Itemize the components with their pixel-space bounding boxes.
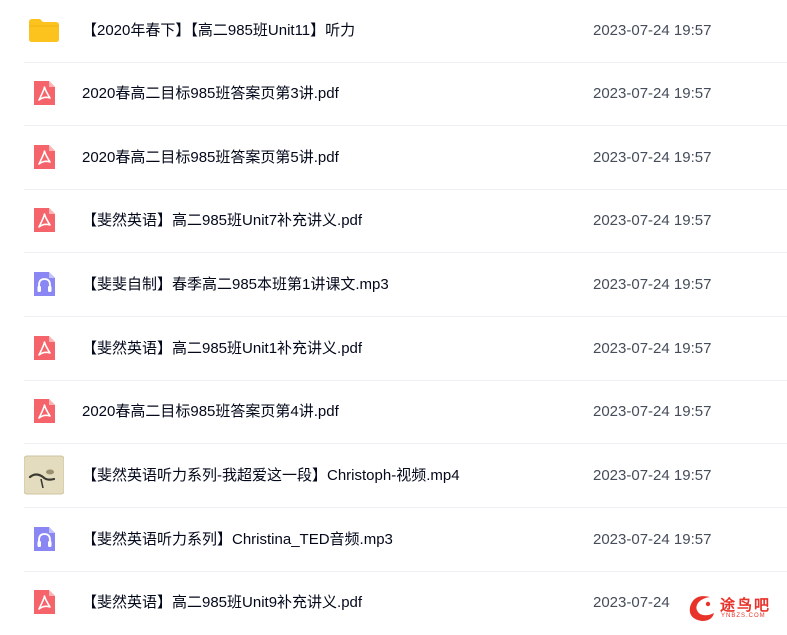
pdf-icon xyxy=(24,137,64,177)
file-row[interactable]: 【斐斐自制】春季高二985本班第1讲课文.mp3 2023-07-24 19:5… xyxy=(24,254,787,317)
watermark-text: 途鸟吧 xyxy=(720,596,772,614)
pdf-icon xyxy=(24,391,64,431)
file-name[interactable]: 2020春高二目标985班答案页第5讲.pdf xyxy=(82,127,339,189)
file-name[interactable]: 【2020年春下】【高二985班Unit11】听力 xyxy=(82,0,355,62)
video-thumbnail xyxy=(23,455,65,495)
file-date: 2023-07-24 19:57 xyxy=(593,85,712,102)
file-date: 2023-07-24 19:57 xyxy=(593,467,712,484)
file-date: 2023-07-24 19:57 xyxy=(593,149,712,166)
pdf-icon xyxy=(24,73,64,113)
file-list: 【2020年春下】【高二985班Unit11】听力 2023-07-24 19:… xyxy=(0,0,787,630)
file-row[interactable]: 【斐然英语】高二985班Unit7补充讲义.pdf 2023-07-24 19:… xyxy=(24,190,787,253)
pdf-icon xyxy=(24,582,64,622)
file-date: 2023-07-24 19:57 xyxy=(593,403,712,420)
file-row[interactable]: 2020春高二目标985班答案页第3讲.pdf 2023-07-24 19:57 xyxy=(24,63,787,126)
audio-icon xyxy=(24,264,64,304)
file-date: 2023-07-24 19:57 xyxy=(593,212,712,229)
file-row[interactable]: 【斐然英语】高二985班Unit1补充讲义.pdf 2023-07-24 19:… xyxy=(24,318,787,381)
file-name[interactable]: 2020春高二目标985班答案页第3讲.pdf xyxy=(82,63,339,125)
pdf-icon xyxy=(24,200,64,240)
file-date: 2023-07-24 19:57 xyxy=(593,22,712,39)
file-row[interactable]: 【2020年春下】【高二985班Unit11】听力 2023-07-24 19:… xyxy=(24,0,787,63)
folder-icon xyxy=(24,10,64,50)
file-name[interactable]: 【斐然英语听力系列-我超爱这一段】Christoph-视频.mp4 xyxy=(82,445,460,507)
file-name[interactable]: 2020春高二目标985班答案页第4讲.pdf xyxy=(82,381,339,443)
file-name[interactable]: 【斐然英语】高二985班Unit9补充讲义.pdf xyxy=(82,572,362,634)
file-row[interactable]: 【斐然英语听力系列】Christina_TED音频.mp3 2023-07-24… xyxy=(24,509,787,572)
file-name[interactable]: 【斐然英语】高二985班Unit1补充讲义.pdf xyxy=(82,318,362,380)
file-name[interactable]: 【斐斐自制】春季高二985本班第1讲课文.mp3 xyxy=(82,254,389,316)
watermark-subtext: YNBZS.COM xyxy=(721,613,766,619)
file-date: 2023-07-24 19:57 xyxy=(593,276,712,293)
file-date: 2023-07-24 xyxy=(593,594,670,611)
file-row[interactable]: 2020春高二目标985班答案页第5讲.pdf 2023-07-24 19:57 xyxy=(24,127,787,190)
file-name[interactable]: 【斐然英语】高二985班Unit7补充讲义.pdf xyxy=(82,190,362,252)
file-date: 2023-07-24 19:57 xyxy=(593,531,712,548)
file-row[interactable]: 【斐然英语听力系列-我超爱这一段】Christoph-视频.mp4 2023-0… xyxy=(23,445,787,508)
watermark-logo-icon xyxy=(689,596,714,621)
file-name[interactable]: 【斐然英语听力系列】Christina_TED音频.mp3 xyxy=(82,509,393,571)
audio-icon xyxy=(24,519,64,559)
file-row[interactable]: 【斐然英语】高二985班Unit9补充讲义.pdf 2023-07-24 xyxy=(24,572,787,635)
pdf-icon xyxy=(24,328,64,368)
watermark: 途鸟吧 YNBZS.COM xyxy=(684,589,784,627)
file-row[interactable]: 2020春高二目标985班答案页第4讲.pdf 2023-07-24 19:57 xyxy=(24,381,787,444)
file-date: 2023-07-24 19:57 xyxy=(593,340,712,357)
